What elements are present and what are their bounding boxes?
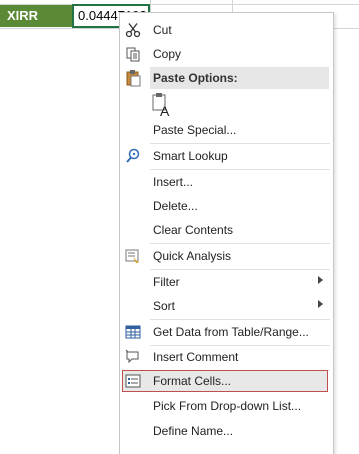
menu-label: Paste Special... (153, 123, 237, 137)
menu-label: Quick Analysis (153, 249, 232, 263)
svg-text:A: A (160, 103, 170, 118)
menu-item-quick-analysis[interactable]: Quick Analysis (120, 245, 331, 267)
menu-item-cut[interactable]: Cut (120, 19, 331, 41)
menu-item-format-cells[interactable]: Format Cells... (120, 370, 331, 392)
quick-analysis-icon (123, 247, 143, 265)
paste-values-button[interactable]: A (151, 92, 173, 121)
menu-item-sort[interactable]: Sort (120, 295, 331, 317)
xirr-label-cell[interactable]: XIRR (0, 5, 72, 27)
menu-separator (150, 143, 330, 144)
submenu-arrow-icon (318, 300, 323, 308)
menu-separator (150, 243, 330, 244)
clipboard-icon (123, 69, 143, 87)
menu-label: Pick From Drop-down List... (153, 399, 302, 413)
menu-label: Get Data from Table/Range... (153, 325, 309, 339)
menu-item-delete[interactable]: Delete... (120, 195, 331, 217)
menu-label: Cut (153, 23, 172, 37)
menu-item-copy[interactable]: Copy (120, 43, 331, 65)
table-icon (123, 323, 143, 341)
format-cells-icon (123, 372, 143, 390)
menu-separator (150, 169, 330, 170)
menu-item-insert[interactable]: Insert... (120, 171, 331, 193)
paste-text-icon: A (151, 92, 173, 121)
menu-label: Insert... (153, 175, 194, 189)
menu-label: Filter (153, 275, 180, 289)
menu-label: Insert Comment (153, 350, 239, 364)
copy-icon (123, 45, 143, 63)
paste-options-label: Paste Options: (153, 71, 238, 85)
menu-label: Format Cells... (153, 374, 232, 388)
menu-item-pick-dropdown[interactable]: Pick From Drop-down List... (120, 395, 331, 417)
scissors-icon (123, 21, 143, 39)
comment-icon (123, 348, 143, 366)
menu-label: Define Name... (153, 424, 234, 438)
menu-label: Clear Contents (153, 223, 234, 237)
menu-item-define-name[interactable]: Define Name... (120, 420, 331, 442)
menu-item-filter[interactable]: Filter (120, 271, 331, 293)
menu-label: Delete... (153, 199, 198, 213)
context-menu: Cut Copy Paste Options: A Paste Special.… (119, 12, 334, 454)
search-icon (123, 147, 143, 165)
submenu-arrow-icon (318, 276, 323, 284)
menu-item-smart-lookup[interactable]: Smart Lookup (120, 145, 331, 167)
menu-item-get-data[interactable]: Get Data from Table/Range... (120, 321, 331, 343)
menu-item-insert-comment[interactable]: Insert Comment (120, 346, 331, 368)
menu-separator (150, 269, 330, 270)
menu-item-paste-special[interactable]: Paste Special... (120, 119, 331, 141)
menu-label: Sort (153, 299, 176, 313)
paste-options-bar: Paste Options: (150, 67, 329, 89)
menu-separator (150, 319, 330, 320)
menu-label: Copy (153, 47, 182, 61)
menu-label: Smart Lookup (153, 149, 228, 163)
menu-item-clear-contents[interactable]: Clear Contents (120, 219, 331, 241)
